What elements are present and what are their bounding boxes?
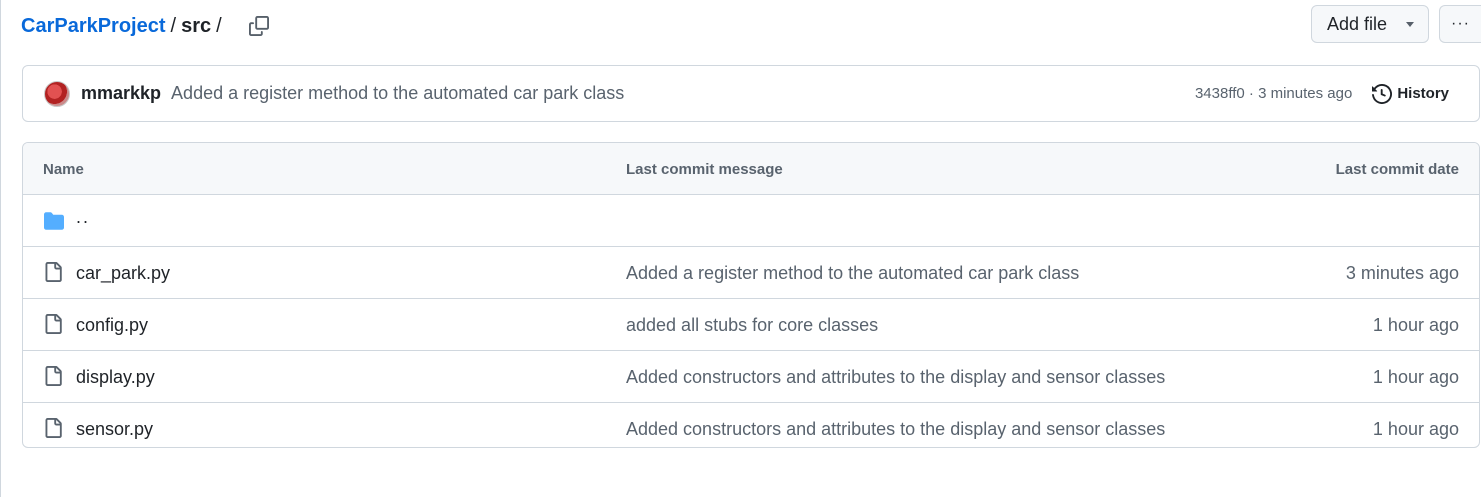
file-commit-date: 1 hour ago	[1372, 315, 1459, 335]
file-commit-message-link[interactable]: Added constructors and attributes to the…	[626, 367, 1165, 388]
file-name-link[interactable]: sensor.py	[76, 419, 153, 440]
parent-directory-link[interactable]: ..	[76, 207, 90, 228]
table-row-parent-directory[interactable]: ..	[23, 195, 1479, 247]
top-bar: CarParkProject / src / Add file ···	[21, 5, 1481, 46]
commit-meta: 3438ff0 · 3 minutes ago History	[1195, 83, 1459, 104]
column-header-name: Name	[43, 161, 84, 178]
file-commit-message-link[interactable]: Added a register method to the automated…	[626, 263, 1079, 284]
file-name-link[interactable]: config.py	[76, 315, 148, 336]
file-commit-date: 1 hour ago	[1372, 419, 1459, 439]
more-options-button[interactable]: ···	[1439, 5, 1481, 43]
add-file-label: Add file	[1327, 13, 1388, 34]
file-icon	[43, 417, 63, 444]
avatar[interactable]	[44, 80, 70, 107]
folder-icon	[43, 211, 65, 236]
chevron-down-icon	[1406, 21, 1414, 27]
breadcrumb-repo-link[interactable]: CarParkProject	[21, 15, 166, 38]
file-name-link[interactable]: car_park.py	[76, 263, 170, 284]
file-icon	[43, 261, 63, 288]
add-file-button[interactable]: Add file	[1311, 5, 1429, 43]
file-icon	[43, 365, 63, 392]
file-table: Name Last commit message Last commit dat…	[22, 142, 1480, 448]
file-actions: Add file ···	[1311, 5, 1481, 43]
table-row[interactable]: config.py added all stubs for core class…	[23, 299, 1479, 351]
commit-sha-time[interactable]: 3438ff0 · 3 minutes ago	[1195, 85, 1352, 102]
kebab-horizontal-icon: ···	[1451, 15, 1470, 32]
file-icon	[43, 313, 63, 340]
history-icon	[1372, 83, 1393, 104]
file-commit-message-link[interactable]: Added constructors and attributes to the…	[626, 419, 1165, 440]
table-row[interactable]: display.py Added constructors and attrib…	[23, 351, 1479, 403]
commit-message[interactable]: Added a register method to the automated…	[171, 83, 624, 104]
breadcrumb-separator: /	[216, 14, 222, 37]
breadcrumb-current-folder: src	[181, 14, 212, 37]
latest-commit-bar: mmarkkp Added a register method to the a…	[22, 65, 1480, 122]
breadcrumb: CarParkProject / src /	[21, 15, 227, 38]
table-row[interactable]: sensor.py Added constructors and attribu…	[23, 403, 1479, 447]
file-commit-message-link[interactable]: added all stubs for core classes	[626, 315, 878, 336]
column-header-date: Last commit date	[1335, 161, 1459, 178]
table-header: Name Last commit message Last commit dat…	[23, 143, 1479, 195]
copy-path-button[interactable]	[245, 12, 273, 40]
table-row[interactable]: car_park.py Added a register method to t…	[23, 247, 1479, 299]
column-header-message: Last commit message	[626, 161, 783, 178]
commit-author[interactable]: mmarkkp	[81, 83, 161, 104]
history-button[interactable]: History	[1372, 83, 1449, 104]
history-label: History	[1397, 85, 1449, 102]
file-commit-date: 1 hour ago	[1372, 367, 1459, 387]
file-name-link[interactable]: display.py	[76, 367, 155, 388]
file-commit-date: 3 minutes ago	[1345, 263, 1459, 283]
copy-icon	[248, 16, 269, 36]
breadcrumb-separator: /	[170, 14, 177, 37]
